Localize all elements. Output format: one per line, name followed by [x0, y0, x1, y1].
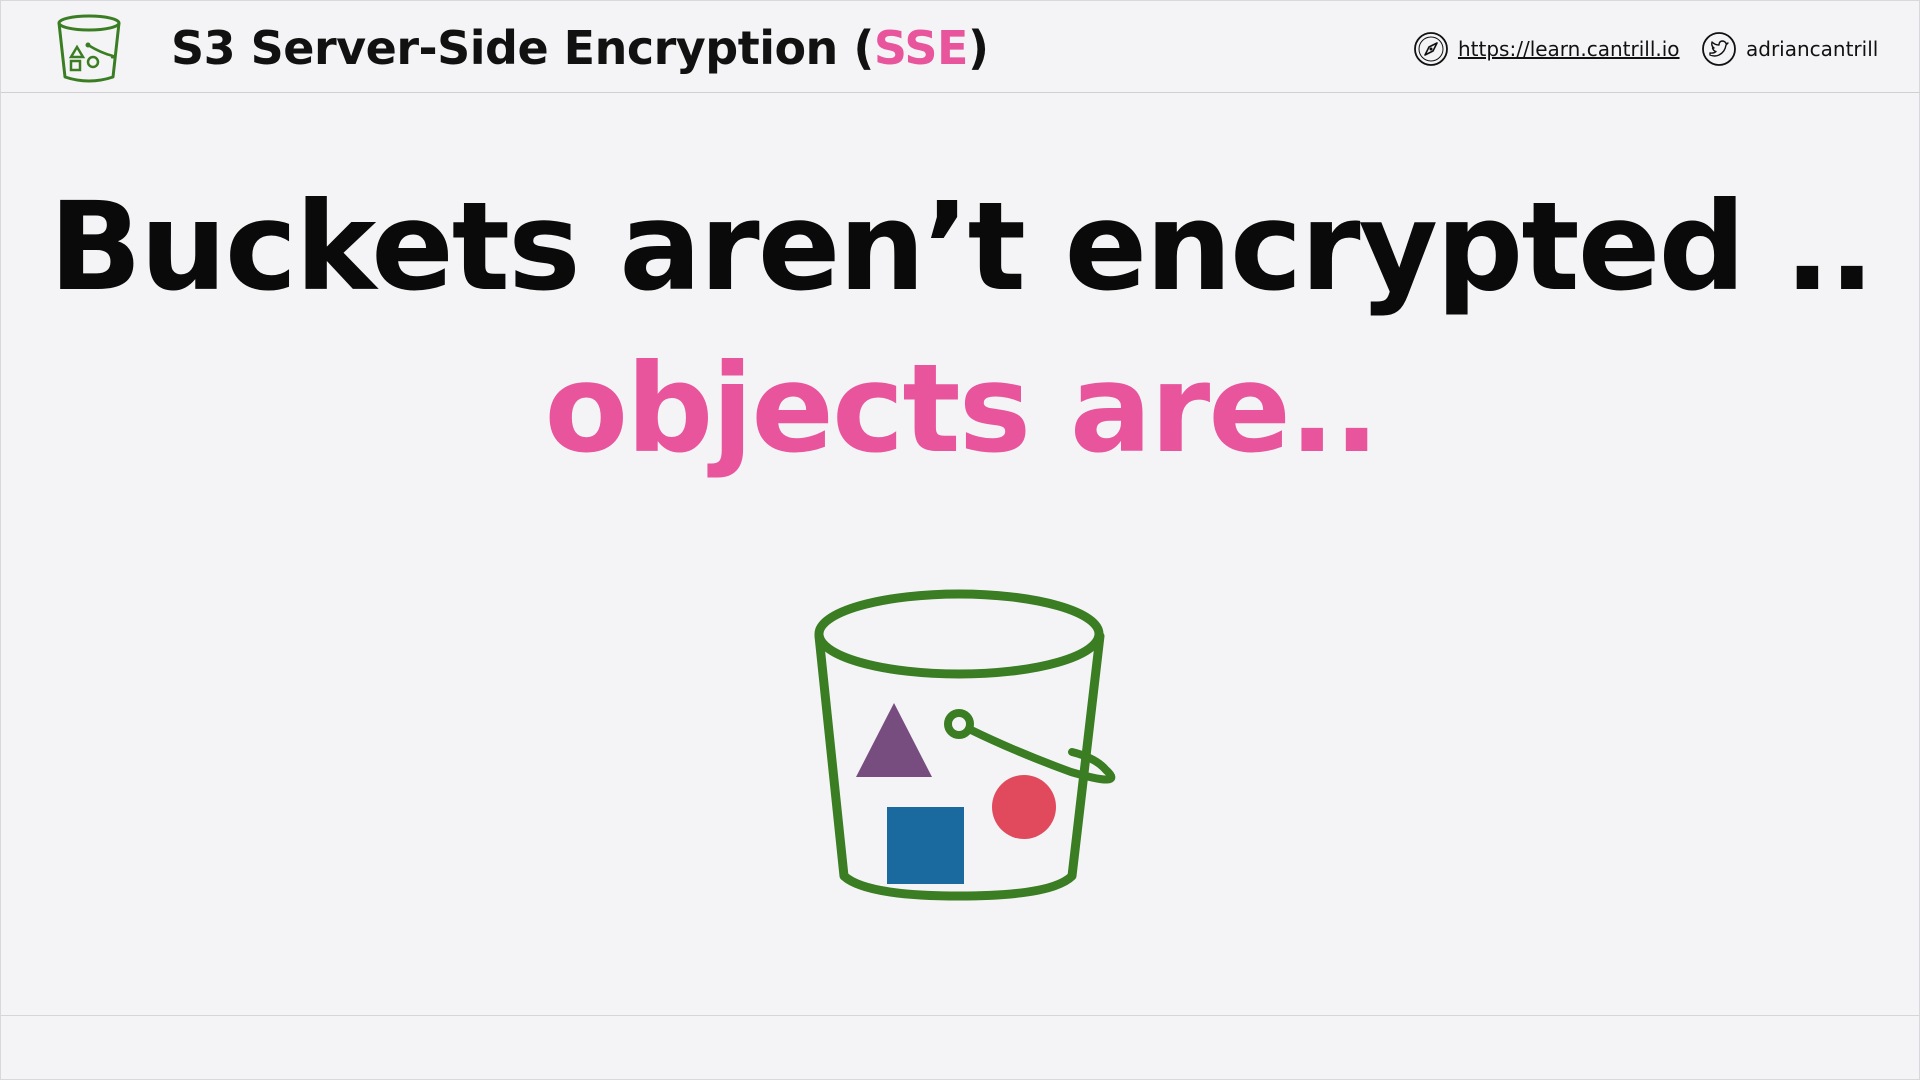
page-title: S3 Server-Side Encryption (SSE) [171, 15, 989, 81]
compass-icon [1414, 32, 1448, 66]
title-close: ) [967, 21, 989, 75]
s3-bucket-logo-icon [57, 14, 121, 83]
slide: S3 Server-Side Encryption (SSE) https://… [0, 0, 1920, 1080]
square-shape [887, 807, 964, 884]
learn-link[interactable]: https://learn.cantrill.io [1413, 29, 1680, 69]
triangle-shape [856, 703, 932, 777]
twitter-handle-label[interactable]: adriancantrill [1746, 37, 1878, 61]
headline-line-1: Buckets aren’t encrypted .. [49, 176, 1875, 318]
learn-link-label[interactable]: https://learn.cantrill.io [1458, 37, 1680, 61]
slide-header: S3 Server-Side Encryption (SSE) https://… [1, 1, 1920, 93]
title-main: S3 Server-Side Encryption ( [171, 21, 874, 75]
headline-line-2: objects are.. [544, 338, 1379, 480]
twitter-icon [1702, 32, 1736, 66]
s3-bucket-illustration-icon [814, 589, 1116, 901]
title-accent: SSE [873, 21, 969, 75]
footer-divider [1, 1015, 1920, 1016]
circle-shape [992, 775, 1056, 839]
twitter-link[interactable]: adriancantrill [1701, 29, 1878, 69]
